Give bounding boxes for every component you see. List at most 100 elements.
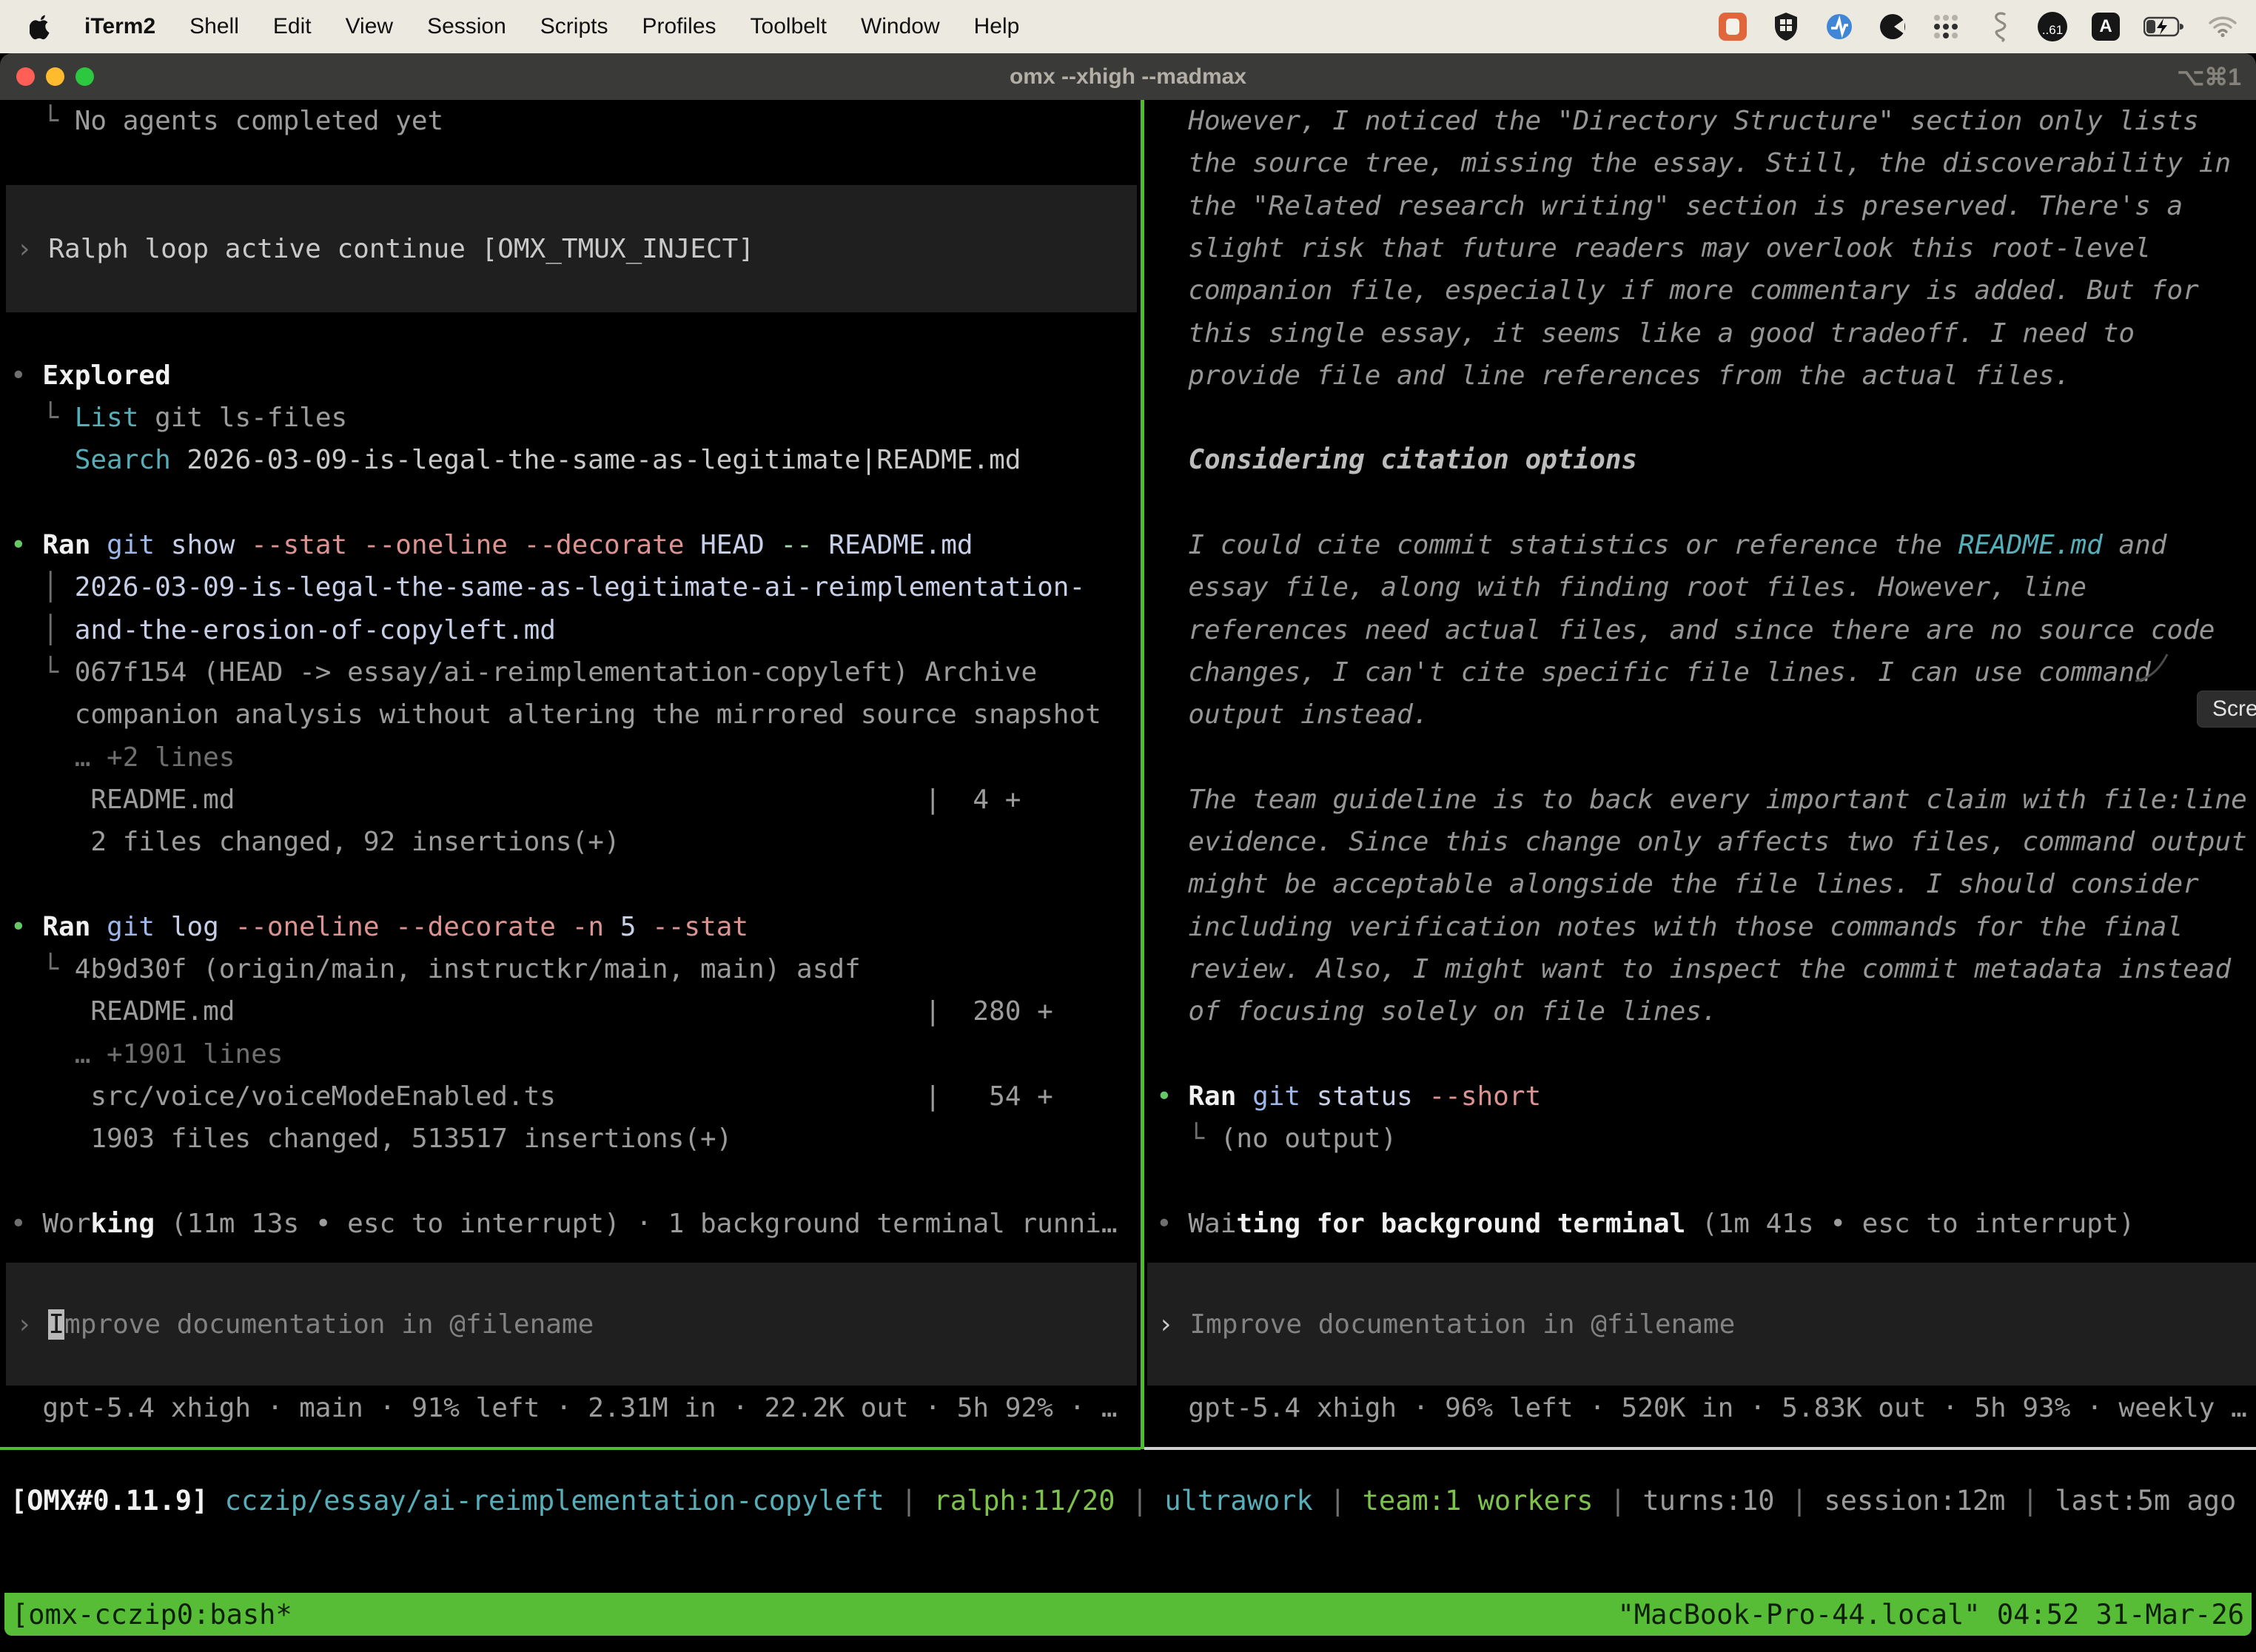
text-segment: this single essay, it seems like a good … — [1156, 318, 2135, 349]
terminal-row: output instead. — [1156, 694, 1429, 736]
text-segment: I could cite commit statistics or refere… — [1156, 530, 1958, 560]
badge-61-icon[interactable]: ..61 — [2037, 11, 2068, 42]
pane-border-bottom-right — [1144, 1447, 2256, 1450]
menu-item-profiles[interactable]: Profiles — [642, 14, 716, 39]
terminal-row: evidence. Since this change only affects… — [1156, 821, 2247, 864]
model-status-right: gpt-5.4 xhigh · 96% left · 520K in · 5.8… — [1156, 1387, 2247, 1429]
dark-disc-icon[interactable] — [1877, 11, 1908, 42]
text-segment — [556, 912, 572, 942]
text-segment: Search — [75, 445, 171, 475]
text-segment: ting for background terminal — [1236, 1209, 1685, 1239]
boxed-a-icon[interactable]: A — [2090, 11, 2121, 42]
terminal-row: • Ran git show --stat --oneline --decora… — [10, 524, 973, 567]
text-segment: king — [90, 1209, 155, 1239]
menu-item-shell[interactable]: Shell — [189, 14, 239, 39]
text-segment: gpt-5.4 xhigh · 96% left · 520K in · 5.8… — [1156, 1393, 2247, 1423]
text-segment: › — [16, 1309, 48, 1340]
text-segment: However, I noticed the "Directory Struct… — [1156, 106, 2199, 136]
pane-divider-vertical[interactable] — [1141, 100, 1144, 1449]
terminal-row: might be acceptable alongside the file l… — [1156, 863, 2199, 906]
text-segment: └ — [10, 106, 75, 136]
text-segment: of focusing solely on file lines. — [1156, 996, 1718, 1027]
text-segment: might be acceptable alongside the file l… — [1156, 869, 2199, 899]
text-segment: --short — [1429, 1081, 1541, 1112]
squiggle-icon[interactable] — [1984, 11, 2015, 42]
terminal-row: • Ran git status --short — [1156, 1075, 1541, 1118]
text-segment: src/voice/voiceModeEnabled.ts | 54 + — [10, 1081, 1053, 1112]
text-segment: references need actual files, and since … — [1156, 615, 2215, 645]
text-segment: companion file, especially if more comme… — [1156, 275, 2199, 306]
terminal-row: changes, I can't cite specific file line… — [1156, 651, 2151, 694]
menu-item-iterm2[interactable]: iTerm2 — [84, 14, 155, 39]
terminal-row: the source tree, missing the essay. Stil… — [1156, 142, 2231, 185]
text-segment: › — [16, 234, 48, 264]
menu-item-view[interactable]: View — [346, 14, 393, 39]
text-segment: gpt-5.4 xhigh · main · 91% left · 2.31M … — [10, 1393, 1118, 1423]
blue-seal-icon[interactable] — [1824, 11, 1855, 42]
terminal-row: essay file, along with finding root file… — [1156, 566, 2087, 609]
terminal-pane-right[interactable]: However, I noticed the "Directory Struct… — [1146, 100, 2256, 1447]
text-segment: │ — [10, 615, 75, 645]
tmux-session-label[interactable]: [omx-cczip0:bash* — [12, 1599, 292, 1631]
stray-cursor-mark — [2133, 650, 2172, 684]
text-segment: evidence. Since this change only affects… — [1156, 827, 2247, 857]
shield-grid-icon[interactable] — [1770, 11, 1802, 42]
tooltip-label: Scre — [2212, 696, 2256, 722]
text-segment: --oneline — [235, 912, 379, 942]
menu-item-help[interactable]: Help — [974, 14, 1020, 39]
text-segment: status — [1300, 1081, 1429, 1112]
menu-item-session[interactable]: Session — [427, 14, 506, 39]
screen: iTerm2 Shell Edit View Session Scripts Profile… — [0, 0, 2256, 1652]
prompt-input-right[interactable]: › Improve documentation in @filename — [1147, 1263, 2256, 1386]
wifi-icon[interactable] — [2207, 11, 2238, 42]
text-segment: git — [1236, 1081, 1300, 1112]
window-shortcut-badge: ⌥⌘1 — [2177, 63, 2241, 91]
text-segment: … +1901 lines — [10, 1039, 283, 1070]
chat-app-icon[interactable] — [1717, 11, 1748, 42]
text-segment: provide file and line references from th… — [1156, 360, 2070, 391]
text-segment: | — [1594, 1485, 1643, 1517]
text-segment: --stat — [251, 530, 347, 560]
text-segment: | — [1115, 1485, 1165, 1517]
text-segment: List — [75, 403, 139, 433]
text-segment: git — [90, 912, 155, 942]
menu-item-scripts[interactable]: Scripts — [540, 14, 608, 39]
text-segment: review. Also, I might want to inspect th… — [1156, 954, 2231, 984]
menu-item-edit[interactable]: Edit — [273, 14, 312, 39]
menu-item-toolbelt[interactable]: Toolbelt — [751, 14, 827, 39]
text-segment: --decorate — [524, 530, 685, 560]
menubar-status-icons: ..61 A — [1717, 11, 2238, 42]
menu-items: iTerm2 Shell Edit View Session Scripts Profile… — [84, 14, 1019, 39]
terminal-row: review. Also, I might want to inspect th… — [1156, 948, 2231, 991]
battery-charging-icon[interactable] — [2143, 11, 2185, 42]
text-segment: Improve documentation in @filename — [1189, 1309, 1735, 1340]
terminal-row: README.md | 4 + — [10, 779, 1021, 822]
text-segment: mprove documentation in @filename — [64, 1309, 594, 1340]
terminal-row: └ List git ls-files — [10, 397, 347, 440]
text-segment: ralph:11/20 — [933, 1485, 1115, 1517]
text-segment: -n — [572, 912, 604, 942]
terminal-row: └ (no output) — [1156, 1118, 1397, 1161]
text-segment: HEAD — [684, 530, 780, 560]
apple-menu-icon[interactable] — [30, 13, 52, 40]
model-status-left: gpt-5.4 xhigh · main · 91% left · 2.31M … — [10, 1387, 1118, 1429]
text-segment — [347, 530, 363, 560]
terminal-row: including verification notes with those … — [1156, 906, 2183, 949]
text-segment: │ — [10, 572, 75, 602]
screenshot-tooltip: Scre — [2197, 691, 2256, 728]
text-segment: --stat — [652, 912, 748, 942]
text-segment: 2026-03-09-is-legal-the-same-as-legitima… — [75, 572, 1085, 602]
terminal-row: companion file, especially if more comme… — [1156, 269, 2199, 312]
text-segment: | — [884, 1485, 934, 1517]
text-segment: … +2 lines — [10, 742, 235, 773]
window-title-bar[interactable]: omx --xhigh --madmax ⌥⌘1 — [0, 53, 2256, 100]
terminal-row: 2 files changed, 92 insertions(+) — [10, 821, 620, 864]
text-segment: Ralph loop active continue [OMX_TMUX_INJ… — [48, 234, 754, 264]
dots-grid-icon[interactable] — [1930, 11, 1961, 42]
prompt-input-left[interactable]: › Improve documentation in @filename — [6, 1263, 1137, 1386]
text-segment: 5 — [604, 912, 652, 942]
text-segment: Ran — [42, 912, 90, 942]
menu-item-window[interactable]: Window — [861, 14, 940, 39]
text-segment: (1m 41s • esc to interrupt) — [1685, 1209, 2135, 1239]
terminal-row: companion analysis without altering the … — [10, 694, 1101, 736]
